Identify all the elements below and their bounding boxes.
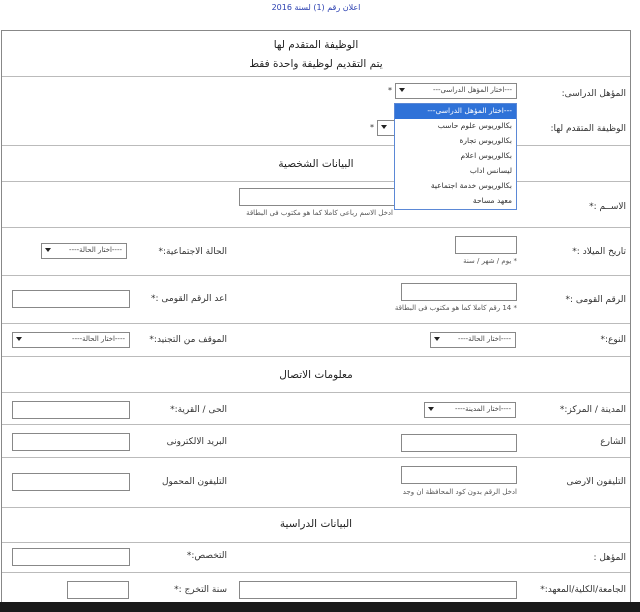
dropdown-option[interactable]: بكالوريوس اعلام: [395, 149, 516, 164]
divider: [2, 392, 630, 393]
dropdown-option[interactable]: بكالوريوس تجارة: [395, 134, 516, 149]
dropdown-option[interactable]: ليسانس اداب: [395, 164, 516, 179]
education-section-title: البيانات الدراسية: [279, 518, 353, 530]
district-input[interactable]: [12, 401, 130, 419]
national-id-hint: * 14 رقم كاملا كما هو مكتوب فى البطاقة: [394, 304, 517, 312]
contact-section-title: معلومات الاتصال: [279, 369, 353, 381]
name-label: الاســم :*: [589, 202, 626, 212]
mobile-input[interactable]: [12, 473, 130, 491]
edu-qualification-label: المؤهل :: [593, 553, 626, 563]
required-star: *: [370, 123, 374, 132]
divider: [2, 227, 630, 228]
birth-label: تاريخ الميلاد :*: [572, 247, 626, 257]
notice-text: اعلان رقم (1) لسنة 2016: [271, 3, 361, 12]
divider: [2, 181, 630, 182]
divider: [2, 424, 630, 425]
divider: [2, 145, 630, 146]
dropdown-option[interactable]: معهد مساحة: [395, 194, 516, 209]
email-input[interactable]: [12, 433, 130, 451]
graduation-input[interactable]: [67, 581, 129, 599]
birth-input[interactable]: [455, 236, 517, 254]
window-bottom-edge: [0, 602, 640, 612]
chevron-down-icon: [399, 88, 405, 92]
required-star: *: [388, 86, 392, 95]
qualification-label: المؤهل الدراسى:: [561, 89, 626, 99]
personal-section-title: البيانات الشخصية: [278, 158, 354, 170]
birth-hint: * يوم / شهر / سنة: [463, 257, 517, 265]
landline-label: التليفون الارضى: [566, 477, 626, 487]
city-select[interactable]: ----اختار المدينة----: [424, 402, 516, 418]
specialization-label: التخصص:*: [186, 551, 227, 561]
job-section-subtitle: يتم التقديم لوظيفة واحدة فقط: [249, 58, 383, 70]
dropdown-option[interactable]: بكالوريوس علوم حاسب: [395, 119, 516, 134]
city-label: المدينة / المركز:*: [559, 405, 626, 415]
notice-bar: اعلان رقم (1) لسنة 2016: [0, 0, 632, 28]
marital-select[interactable]: ----اختار الحالة----: [41, 243, 127, 259]
street-input[interactable]: [401, 434, 517, 452]
district-label: الحى / القرية:*: [170, 405, 227, 415]
dropdown-option[interactable]: ---اختار المؤهل الدراسى---: [395, 104, 516, 119]
chevron-down-icon: [45, 248, 51, 252]
chevron-down-icon: [16, 337, 22, 341]
university-input[interactable]: [239, 581, 517, 599]
graduation-label: سنة التخرج :*: [174, 585, 227, 595]
divider: [2, 275, 630, 276]
job-section-title: الوظيفة المتقدم لها: [273, 39, 359, 51]
confirm-id-input[interactable]: [12, 290, 130, 308]
marital-label: الحالة الاجتماعية:*: [158, 247, 227, 257]
street-label: الشارع: [600, 437, 626, 447]
specialization-input[interactable]: [12, 548, 130, 566]
divider: [2, 323, 630, 324]
university-label: الجامعة/الكلية/المعهد:*: [540, 585, 626, 595]
gender-label: النوع:*: [600, 335, 626, 345]
landline-hint: ادخل الرقم بدون كود المحافظة ان وجد: [402, 488, 517, 496]
national-id-input[interactable]: [401, 283, 517, 301]
name-hint: ادخل الاسم رباعى كاملا كما هو مكتوب فى ا…: [246, 209, 393, 217]
chevron-down-icon: [381, 125, 387, 129]
divider: [2, 507, 630, 508]
chevron-down-icon: [434, 337, 440, 341]
qualification-dropdown[interactable]: ---اختار المؤهل الدراسى--- بكالوريوس علو…: [394, 103, 517, 210]
divider: [2, 76, 630, 77]
national-id-label: الرقم القومى :*: [565, 295, 626, 305]
dropdown-option[interactable]: بكالوريوس خدمة اجتماعية: [395, 179, 516, 194]
confirm-id-label: اعد الرقم القومى :*: [151, 294, 227, 304]
job-label: الوظيفة المتقدم لها:: [550, 124, 626, 134]
divider: [2, 356, 630, 357]
chevron-down-icon: [428, 407, 434, 411]
military-label: الموقف من التجنيد:*: [149, 335, 227, 345]
military-select[interactable]: ----اختار الحالة----: [12, 332, 130, 348]
name-input[interactable]: [239, 188, 395, 206]
gender-select[interactable]: ----اختار الحالة----: [430, 332, 516, 348]
qualification-select[interactable]: ---اختار المؤهل الدراسى---: [395, 83, 517, 99]
mobile-label: التليفون المحمول: [162, 477, 227, 487]
divider: [2, 572, 630, 573]
landline-input[interactable]: [401, 466, 517, 484]
application-form: الوظيفة المتقدم لها يتم التقديم لوظيفة و…: [1, 30, 631, 612]
divider: [2, 457, 630, 458]
email-label: البريد الالكترونى: [166, 437, 227, 447]
divider: [2, 542, 630, 543]
